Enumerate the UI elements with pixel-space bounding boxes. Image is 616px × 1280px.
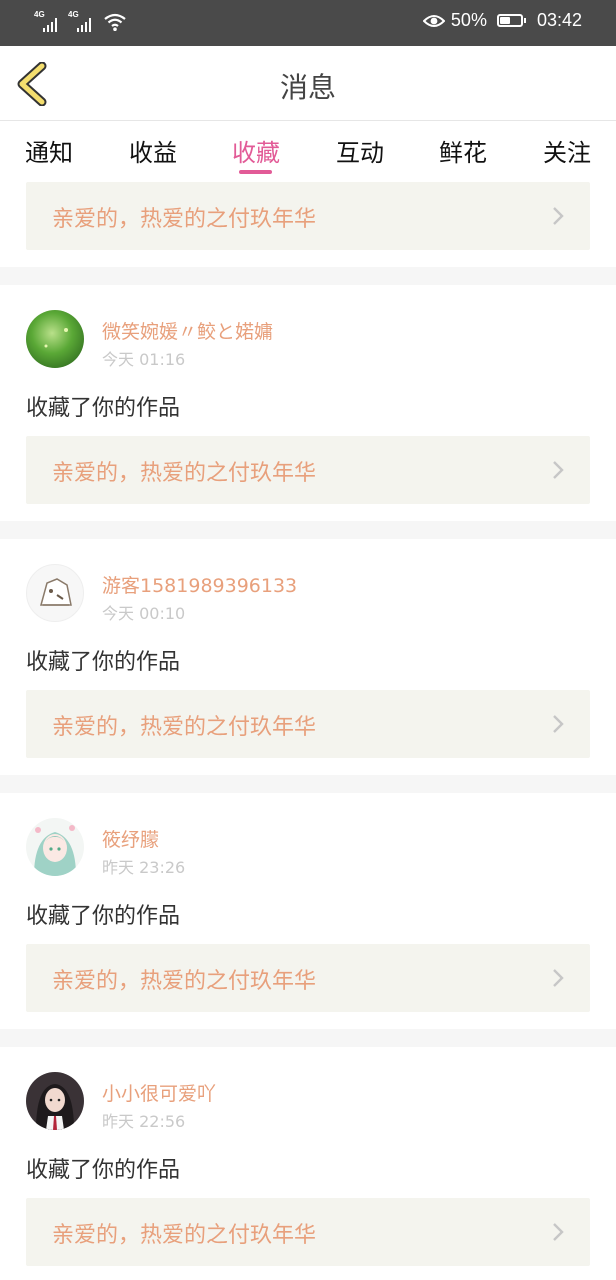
action-text: 收藏了你的作品: [26, 1158, 181, 1183]
timestamp: 今天 01:16: [102, 350, 186, 369]
username[interactable]: 游客1581989396133: [102, 571, 297, 598]
work-card[interactable]: 亲爱的，热爱的之付玖年华: [26, 1198, 590, 1266]
chevron-right-icon: [553, 207, 564, 225]
work-card[interactable]: 亲爱的，热爱的之付玖年华: [26, 944, 590, 1012]
tab-favorites[interactable]: 收藏: [216, 133, 296, 168]
timestamp: 昨天 23:26: [102, 858, 186, 877]
clock: 03:42: [536, 10, 582, 30]
section-divider: [0, 521, 616, 539]
signal-icon: 4G: [68, 10, 96, 32]
timestamp: 今天 00:10: [102, 604, 186, 623]
avatar[interactable]: [26, 818, 84, 876]
tab-flowers[interactable]: 鲜花: [423, 133, 503, 168]
status-bar: 4G 4G 50% 03:42: [0, 0, 616, 46]
username[interactable]: 小小很可爱吖: [102, 1079, 216, 1106]
work-card[interactable]: 亲爱的，热爱的之付玖年华: [26, 182, 590, 250]
work-title: 亲爱的，热爱的之付玖年华: [52, 461, 317, 486]
work-title: 亲爱的，热爱的之付玖年华: [52, 207, 317, 232]
avatar[interactable]: [26, 564, 84, 622]
active-tab-indicator: [239, 170, 272, 174]
signal-icon: 4G: [34, 10, 62, 32]
username[interactable]: 筱纾朦: [102, 825, 159, 852]
battery-percent: 50%: [450, 10, 487, 30]
tab-follows[interactable]: 关注: [527, 133, 607, 168]
username[interactable]: 微笑婉媛〃鲛と婼嫞: [102, 317, 273, 344]
page-title: 消息: [279, 71, 336, 104]
chevron-right-icon: [553, 715, 564, 733]
section-divider: [0, 267, 616, 285]
eye-icon: [422, 14, 445, 27]
avatar[interactable]: [26, 310, 84, 368]
work-card[interactable]: 亲爱的，热爱的之付玖年华: [26, 436, 590, 504]
timestamp: 昨天 22:56: [102, 1112, 186, 1131]
status-right: 50% 03:42: [422, 10, 582, 31]
work-title: 亲爱的，热爱的之付玖年华: [52, 969, 317, 994]
action-text: 收藏了你的作品: [26, 650, 181, 675]
tab-interactions[interactable]: 互动: [320, 133, 400, 168]
action-text: 收藏了你的作品: [26, 904, 181, 929]
work-card[interactable]: 亲爱的，热爱的之付玖年华: [26, 690, 590, 758]
chevron-right-icon: [553, 461, 564, 479]
action-text: 收藏了你的作品: [26, 396, 181, 421]
tab-bar: 通知 收益 收藏 互动 鲜花 关注: [0, 121, 616, 179]
tab-notifications[interactable]: 通知: [9, 133, 89, 168]
signal-indicators: 4G 4G: [34, 10, 126, 32]
work-title: 亲爱的，热爱的之付玖年华: [52, 715, 317, 740]
chevron-right-icon: [553, 969, 564, 987]
tab-earnings[interactable]: 收益: [113, 133, 193, 168]
chevron-right-icon: [553, 1223, 564, 1241]
battery-icon: [496, 14, 526, 27]
wifi-icon: [104, 13, 126, 31]
work-title: 亲爱的，热爱的之付玖年华: [52, 1223, 317, 1248]
avatar[interactable]: [26, 1072, 84, 1130]
section-divider: [0, 1029, 616, 1047]
app-header: 消息: [0, 46, 616, 121]
section-divider: [0, 775, 616, 793]
